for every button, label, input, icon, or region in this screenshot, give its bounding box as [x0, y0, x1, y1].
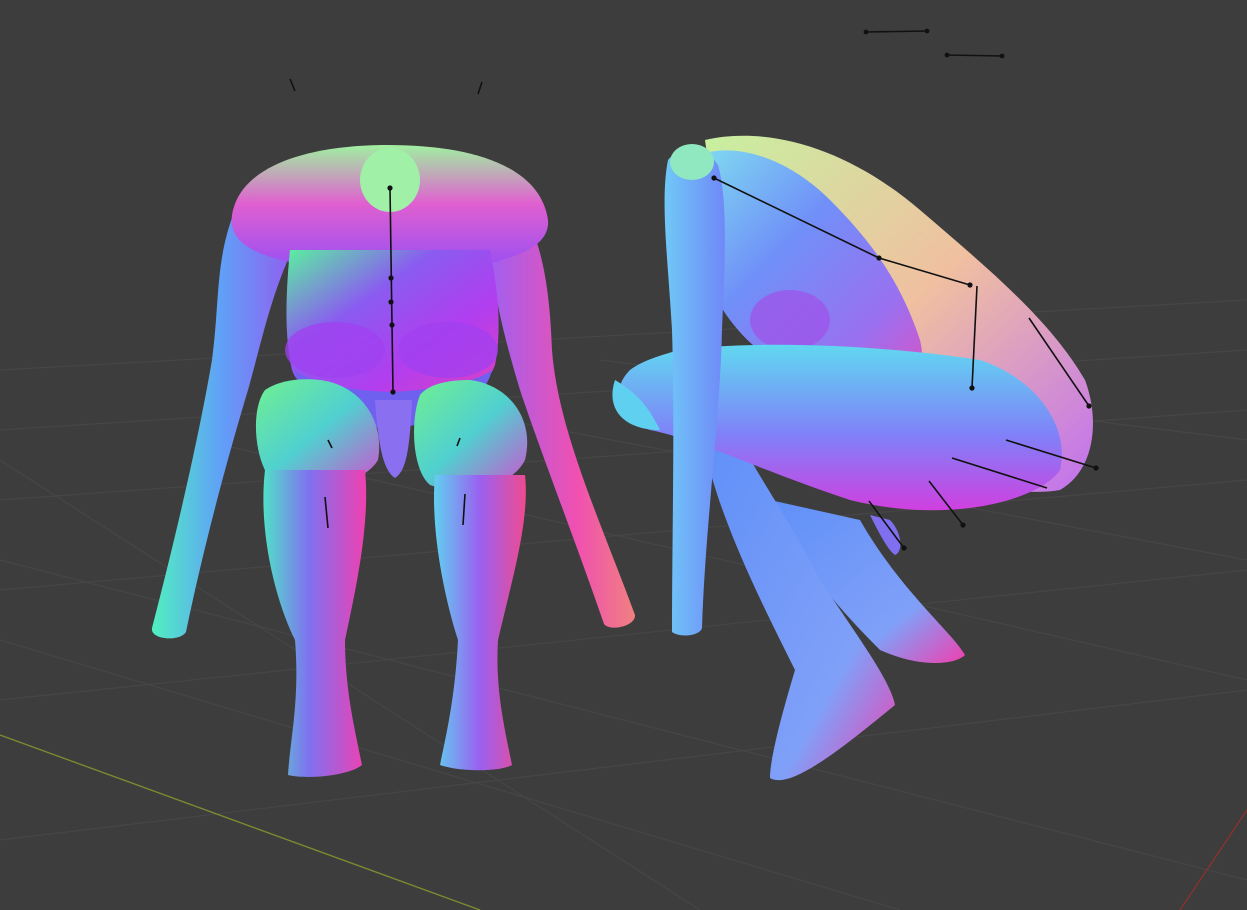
front-right-shin — [434, 475, 526, 771]
y-axis-line — [1179, 809, 1247, 910]
x-axis-line — [0, 734, 481, 910]
front-chest-left — [285, 322, 385, 378]
front-view-body[interactable] — [151, 78, 636, 777]
front-groin — [375, 400, 412, 478]
side-arm — [664, 149, 725, 636]
front-chest-right — [398, 322, 498, 378]
front-left-shin — [263, 470, 367, 777]
side-view-body[interactable] — [612, 28, 1099, 781]
side-chest — [750, 290, 830, 350]
3d-viewport[interactable] — [0, 0, 1247, 910]
side-shoulder — [670, 144, 714, 180]
front-right-knee — [414, 380, 528, 490]
